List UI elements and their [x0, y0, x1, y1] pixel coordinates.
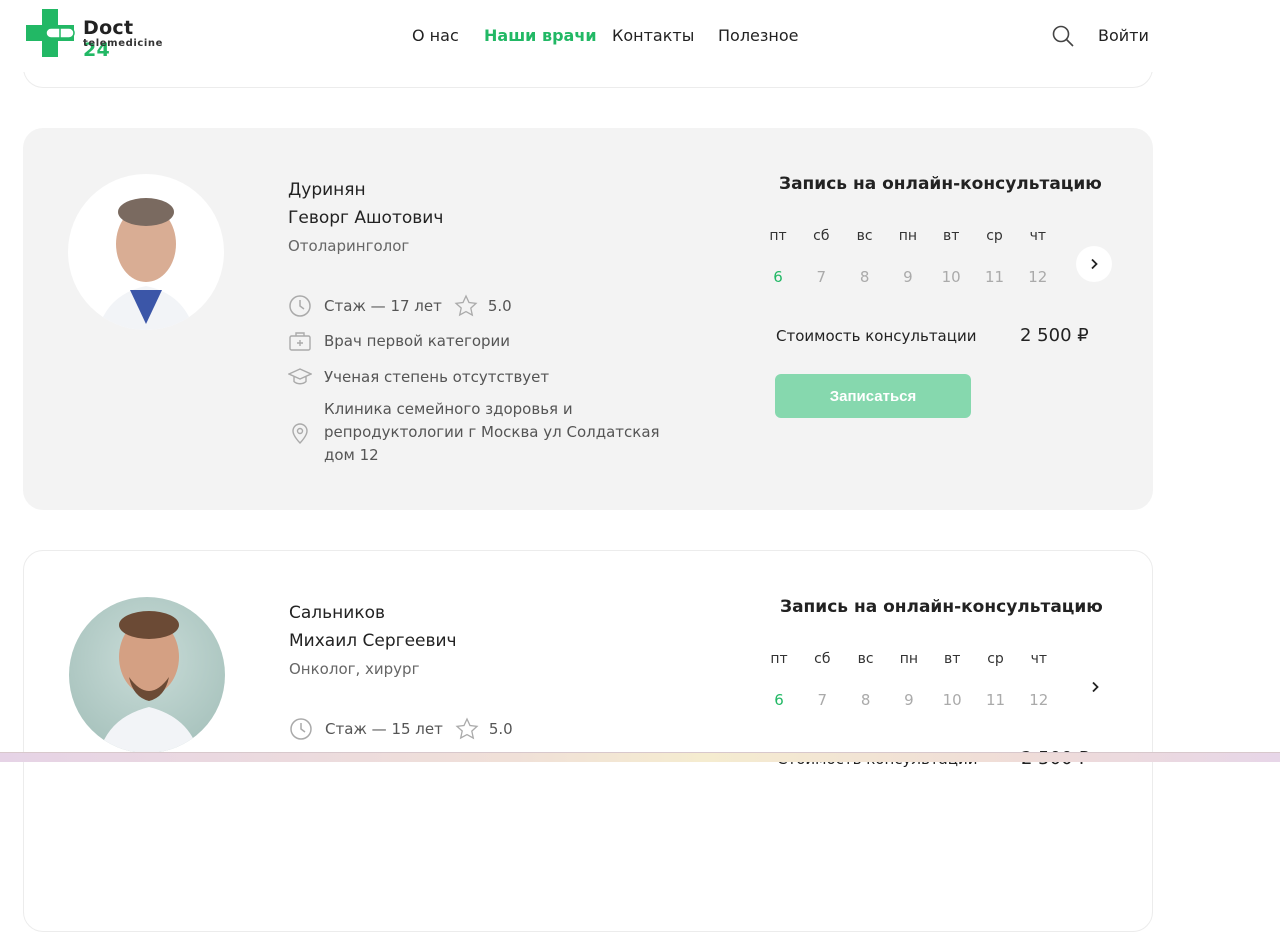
nav-doctors[interactable]: Наши врачи — [484, 26, 597, 45]
book-button[interactable]: Записаться — [775, 374, 971, 418]
doctor-rating: 5.0 — [487, 297, 512, 315]
weekday-label: пт — [769, 228, 787, 244]
star-icon — [455, 717, 479, 740]
booking-title: Запись на онлайн-консультацию — [780, 597, 1103, 617]
medkit-icon — [289, 332, 311, 351]
weekday-label: вт — [943, 651, 961, 667]
doctor-clinic-address: Клиника семейного здоровья и репродуктол… — [324, 400, 660, 464]
date-option[interactable]: 12 — [1018, 268, 1058, 286]
date-option[interactable]: 8 — [846, 691, 886, 709]
weekday-label: пт — [770, 651, 788, 667]
date-option[interactable]: 8 — [845, 268, 885, 286]
weekday-label: сб — [813, 228, 830, 244]
chevron-right-icon — [1091, 258, 1098, 270]
doctor-photo — [69, 597, 225, 753]
logo[interactable]: Doct 24 telemedicine — [26, 9, 166, 61]
site-header: Doct 24 telemedicine О нас Наши врачи Ко… — [0, 0, 1280, 72]
booking-title: Запись на онлайн-консультацию — [779, 174, 1102, 194]
doctor-experience: Стаж — 15 лет — [325, 720, 443, 738]
date-option[interactable]: 10 — [931, 268, 971, 286]
doctor-card: Дуринян Геворг Ашотович Отоларинголог Ста… — [23, 128, 1153, 510]
next-dates-button[interactable] — [1076, 246, 1112, 282]
price-value: 2 500 ₽ — [1020, 325, 1089, 346]
weekday-label: вт — [942, 228, 960, 244]
weekday-label: вс — [856, 228, 873, 244]
date-option[interactable]: 9 — [889, 691, 929, 709]
doctor-degree: Ученая степень отсутствует — [324, 368, 550, 386]
weekday-label: пн — [898, 228, 918, 244]
logo-brand: Doct — [83, 17, 134, 39]
nav-contacts[interactable]: Контакты — [612, 26, 694, 45]
doctor-experience: Стаж — 17 лет — [324, 297, 442, 315]
next-dates-button[interactable] — [1077, 669, 1113, 705]
graduation-cap-icon — [288, 368, 312, 385]
logo-cross-icon — [26, 9, 75, 57]
weekday-label: ср — [986, 228, 1003, 244]
price-label: Стоимость консультации — [776, 327, 977, 345]
weekday-label: пн — [899, 651, 919, 667]
doctor-category: Врач первой категории — [324, 332, 511, 350]
search-icon[interactable] — [1052, 25, 1074, 47]
doctor-given-name: Геворг Ашотович — [288, 208, 444, 228]
weekday-label: чт — [1030, 651, 1048, 667]
date-option[interactable]: 7 — [802, 691, 842, 709]
doctor-surname: Сальников — [289, 603, 386, 623]
location-pin-icon — [292, 422, 308, 444]
date-option[interactable]: 6 — [758, 268, 798, 286]
date-option[interactable]: 9 — [888, 268, 928, 286]
date-option[interactable]: 11 — [975, 268, 1015, 286]
nav-useful[interactable]: Полезное — [718, 26, 799, 45]
date-option[interactable]: 7 — [801, 268, 841, 286]
doctor-given-name: Михаил Сергеевич — [289, 631, 457, 651]
login-link[interactable]: Войти — [1098, 26, 1149, 45]
weekday-label: вс — [857, 651, 874, 667]
chevron-right-icon — [1092, 681, 1099, 693]
nav-about[interactable]: О нас — [412, 26, 459, 45]
star-icon — [454, 294, 478, 317]
date-option[interactable]: 12 — [1019, 691, 1059, 709]
logo-subtitle: telemedicine — [83, 38, 164, 49]
doctor-rating: 5.0 — [488, 720, 513, 738]
clock-icon — [290, 718, 312, 740]
date-option[interactable]: 6 — [759, 691, 799, 709]
weekday-label: ср — [987, 651, 1004, 667]
clock-icon — [289, 295, 311, 317]
date-option[interactable]: 11 — [976, 691, 1016, 709]
weekday-label: сб — [814, 651, 831, 667]
date-option[interactable]: 10 — [932, 691, 972, 709]
os-taskbar — [0, 752, 1280, 762]
doctor-specialty: Отоларинголог — [288, 237, 410, 255]
doctor-specialty: Онколог, хирург — [289, 660, 420, 678]
doctor-card: Сальников Михаил Сергеевич Онколог, хирур… — [23, 550, 1153, 932]
weekday-label: чт — [1029, 228, 1047, 244]
doctor-surname: Дуринян — [288, 180, 366, 200]
doctor-photo — [68, 174, 224, 330]
